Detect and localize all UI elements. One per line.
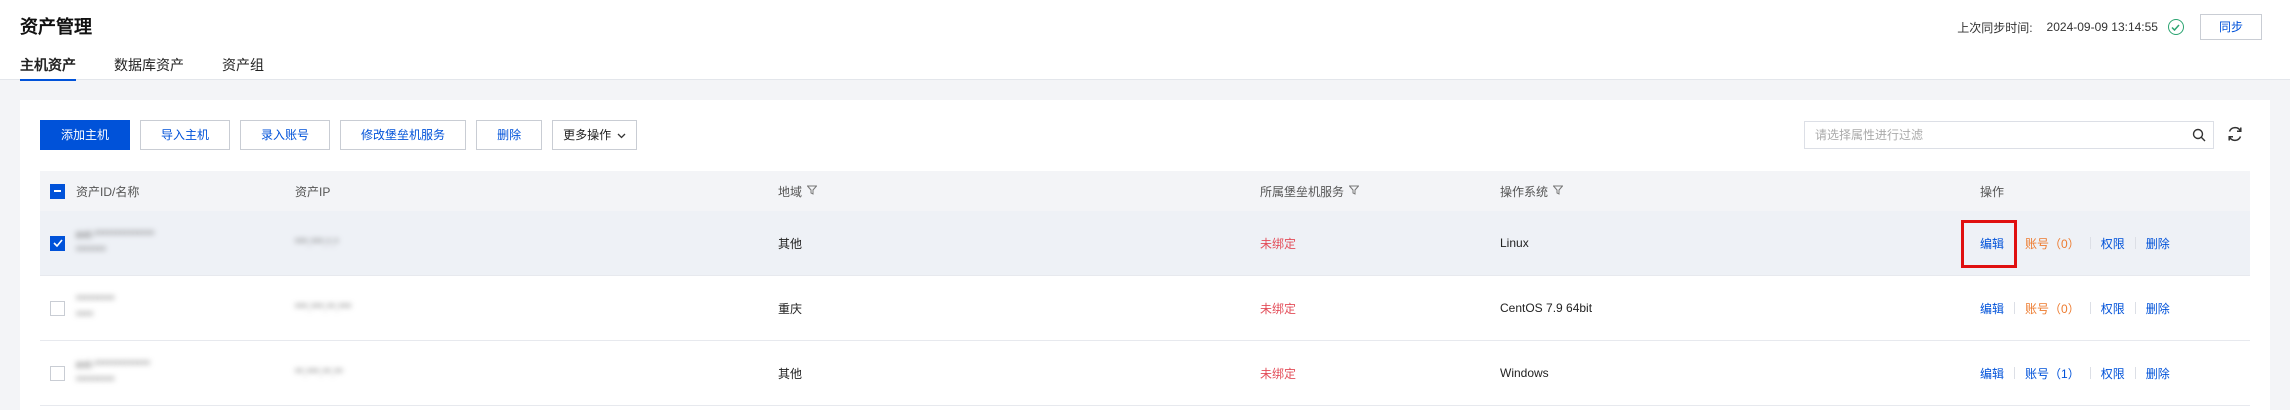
table-header: 资产ID/名称 资产IP 地域 所属堡垒机服务 操作系统 操作 xyxy=(40,171,2250,211)
more-actions-label: 更多操作 xyxy=(563,128,612,142)
row-actions: 编辑 账号（0） 权限 删除 xyxy=(1980,300,2170,317)
table-row[interactable]: ext-************* ********* **.***.**.**… xyxy=(40,341,2250,406)
asset-ip: **.***.**.** xyxy=(295,367,343,379)
permission-link[interactable]: 权限 xyxy=(2101,235,2125,252)
column-header-os-label: 操作系统 xyxy=(1500,184,1549,199)
asset-list-card: 添加主机 导入主机 录入账号 修改堡垒机服务 删除 更多操作 资产ID/名称 资… xyxy=(20,100,2270,410)
asset-id-name: ********* **** xyxy=(76,276,115,340)
asset-os: CentOS 7.9 64bit xyxy=(1500,301,1593,315)
page-title: 资产管理 xyxy=(20,17,92,37)
tab-asset-groups[interactable]: 资产组 xyxy=(222,55,264,80)
tab-host-assets[interactable]: 主机资产 xyxy=(20,55,76,81)
filter-icon[interactable] xyxy=(1552,184,1564,198)
asset-region: 其他 xyxy=(778,366,803,381)
check-circle-icon xyxy=(2167,19,2184,35)
asset-ip: ***.***.*.* xyxy=(295,237,339,249)
row-checkbox[interactable] xyxy=(50,300,65,316)
filter-icon[interactable] xyxy=(1348,184,1360,198)
asset-name: ********* xyxy=(76,375,115,387)
asset-id-name: ext-************** ******* xyxy=(76,211,154,275)
permission-link[interactable]: 权限 xyxy=(2101,365,2125,382)
modify-bastion-button[interactable]: 修改堡垒机服务 xyxy=(340,120,467,150)
account-link[interactable]: 账号（0） xyxy=(2025,300,2080,317)
column-header-ip: 资产IP xyxy=(295,184,331,199)
asset-os: Linux xyxy=(1500,236,1529,250)
last-sync-label: 上次同步时间: xyxy=(1957,20,2033,35)
asset-region: 其他 xyxy=(778,236,803,251)
account-link[interactable]: 账号（0） xyxy=(2025,235,2080,252)
page-header: 资产管理 主机资产 数据库资产 资产组 上次同步时间: 2024-09-09 1… xyxy=(0,0,2290,81)
filter-search-box[interactable] xyxy=(1804,121,2214,149)
highlight-box xyxy=(1961,220,2017,268)
edit-link[interactable]: 编辑 xyxy=(1980,365,2004,382)
table-row[interactable]: ext-************** ******* ***.***.*.* 其… xyxy=(40,211,2250,276)
column-header-ops: 操作 xyxy=(1980,184,2005,199)
toolbar: 添加主机 导入主机 录入账号 修改堡垒机服务 删除 更多操作 xyxy=(40,120,638,150)
filter-search-input[interactable] xyxy=(1815,128,2185,142)
column-header-region-label: 地域 xyxy=(778,184,803,199)
sync-button[interactable]: 同步 xyxy=(2199,14,2262,40)
row-actions: 编辑 账号（1） 权限 删除 xyxy=(1980,365,2170,382)
column-header-id: 资产ID/名称 xyxy=(76,184,140,199)
sync-status: 上次同步时间: 2024-09-09 13:14:55 同步 xyxy=(1957,14,2262,40)
asset-name: ******* xyxy=(76,245,106,257)
last-sync-time: 2024-09-09 13:14:55 xyxy=(2046,20,2158,34)
asset-table: 资产ID/名称 资产IP 地域 所属堡垒机服务 操作系统 操作 ext-****… xyxy=(40,171,2250,406)
asset-id: ext-************** xyxy=(76,229,155,241)
row-checkbox[interactable] xyxy=(50,235,65,251)
column-header-os: 操作系统 xyxy=(1500,171,1564,211)
search-icon[interactable] xyxy=(2185,121,2213,149)
asset-id: ********* xyxy=(76,294,115,306)
bastion-status: 未绑定 xyxy=(1260,366,1297,381)
delete-link[interactable]: 删除 xyxy=(2146,365,2170,382)
edit-link[interactable]: 编辑 xyxy=(1980,300,2004,317)
delete-link[interactable]: 删除 xyxy=(2146,235,2170,252)
bastion-status: 未绑定 xyxy=(1260,236,1297,251)
row-checkbox[interactable] xyxy=(50,365,65,381)
tab-database-assets[interactable]: 数据库资产 xyxy=(114,55,184,80)
account-link[interactable]: 账号（1） xyxy=(2025,365,2080,382)
refresh-icon[interactable] xyxy=(2226,125,2246,145)
filter-icon[interactable] xyxy=(806,184,818,198)
asset-id-name: ext-************* ********* xyxy=(76,341,150,405)
more-actions-dropdown[interactable]: 更多操作 xyxy=(552,120,638,150)
bastion-status: 未绑定 xyxy=(1260,301,1297,316)
delete-link[interactable]: 删除 xyxy=(2146,300,2170,317)
permission-link[interactable]: 权限 xyxy=(2101,300,2125,317)
asset-id: ext-************* xyxy=(76,359,150,371)
table-row[interactable]: ********* **** ***.***.**.*** 重庆 未绑定 Cen… xyxy=(40,276,2250,341)
column-header-region: 地域 xyxy=(778,171,818,211)
import-account-button[interactable]: 录入账号 xyxy=(240,120,331,150)
chevron-down-icon xyxy=(617,121,626,149)
asset-tabs: 主机资产 数据库资产 资产组 xyxy=(20,55,302,81)
asset-name: **** xyxy=(76,310,94,322)
delete-button[interactable]: 删除 xyxy=(476,120,543,150)
asset-region: 重庆 xyxy=(778,301,803,316)
column-header-bastion-label: 所属堡垒机服务 xyxy=(1260,184,1345,199)
column-header-bastion: 所属堡垒机服务 xyxy=(1260,171,1360,211)
import-host-button[interactable]: 导入主机 xyxy=(140,120,231,150)
select-all-checkbox[interactable] xyxy=(50,183,65,199)
asset-os: Windows xyxy=(1500,366,1549,380)
asset-ip: ***.***.**.*** xyxy=(295,302,352,314)
add-host-button[interactable]: 添加主机 xyxy=(40,120,131,150)
